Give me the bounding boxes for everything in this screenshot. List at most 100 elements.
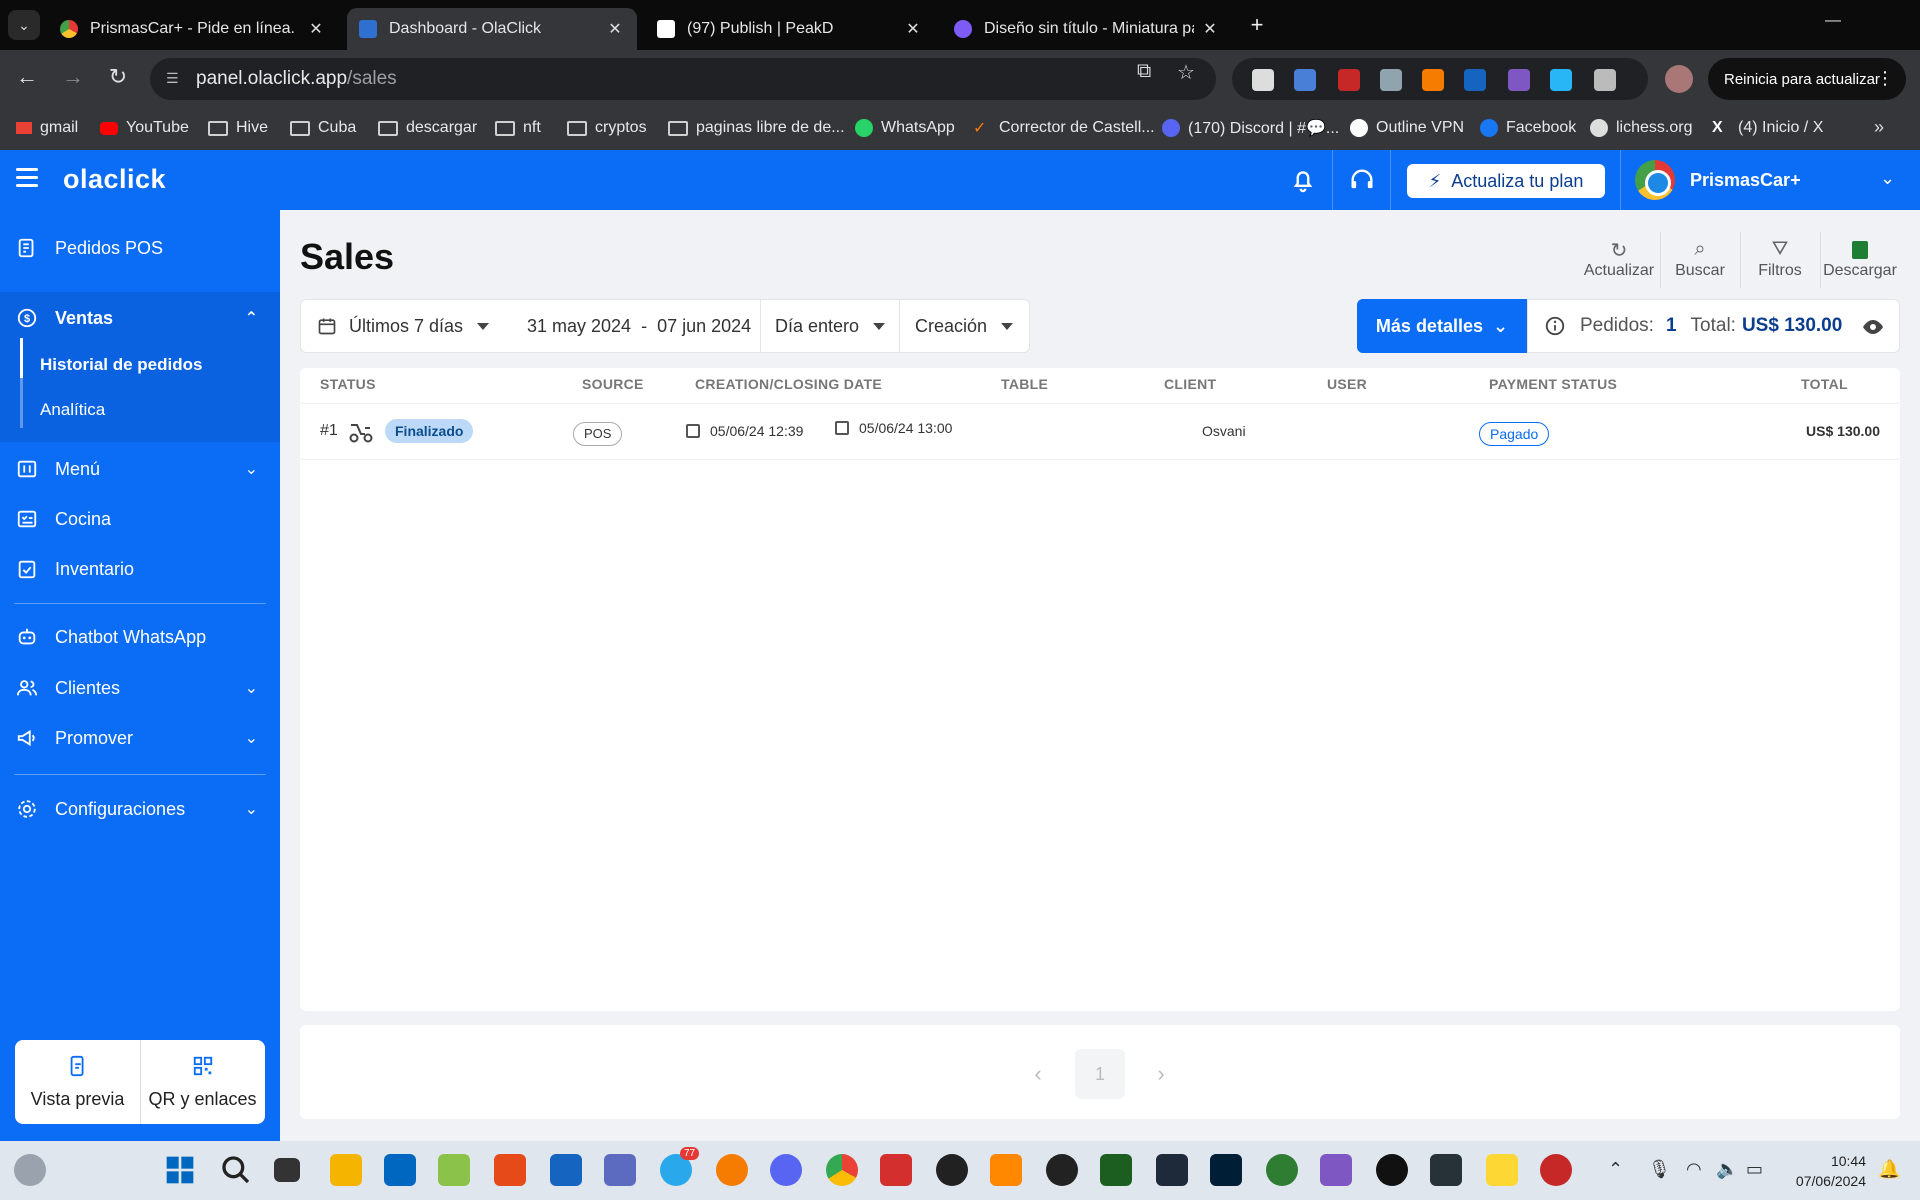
app-icon[interactable] [438, 1154, 470, 1186]
bookmark-star-icon[interactable]: ☆ [1177, 60, 1195, 85]
bookmark-youtube[interactable]: YouTube [100, 116, 189, 140]
column-header[interactable]: CLIENT [1164, 376, 1216, 392]
diamond-extension-icon[interactable] [1550, 69, 1572, 91]
column-header[interactable]: TOTAL [1801, 376, 1848, 392]
discord-icon[interactable] [770, 1154, 802, 1186]
player-icon[interactable] [1486, 1154, 1518, 1186]
sidebar-item-chatbot[interactable]: Chatbot WhatsApp [0, 615, 280, 659]
app-icon[interactable] [494, 1154, 526, 1186]
tab-dashboard-olaclick[interactable]: Dashboard - OlaClick ✕ [347, 8, 637, 50]
extension-icon[interactable] [1380, 69, 1402, 91]
close-tab-icon[interactable]: ✕ [306, 19, 326, 39]
bookmark-lichess[interactable]: lichess.org [1590, 116, 1692, 140]
back-arrow-icon[interactable]: ← [12, 64, 42, 90]
app-icon[interactable] [1046, 1154, 1078, 1186]
sidebar-item-pedidos-pos[interactable]: Pedidos POS [0, 226, 280, 270]
extension-icon[interactable] [1508, 69, 1530, 91]
filters-button[interactable]: ⛛ Filtros [1741, 238, 1819, 288]
weather-icon[interactable] [14, 1154, 46, 1186]
store-icon[interactable] [384, 1154, 416, 1186]
key-extension-icon[interactable] [1338, 69, 1360, 91]
time-range-select[interactable]: Día entero [775, 300, 886, 352]
wifi-icon[interactable]: ◠ [1686, 1159, 1702, 1180]
sidebar-item-promover[interactable]: Promover ⌄ [0, 716, 280, 760]
chrome-icon[interactable] [826, 1154, 858, 1186]
column-header[interactable]: TABLE [1001, 376, 1048, 392]
volume-icon[interactable]: 🔈 [1716, 1159, 1738, 1180]
translate-extension-icon[interactable] [1294, 69, 1316, 91]
windows-start-icon[interactable] [164, 1154, 196, 1186]
extension-icon[interactable] [1252, 69, 1274, 91]
upgrade-plan-button[interactable]: ⚡ Actualiza tu plan [1407, 164, 1605, 198]
bookmark-corrector[interactable]: ✓ Corrector de Castell... [973, 116, 1155, 140]
globe-icon[interactable] [1266, 1154, 1298, 1186]
app-icon[interactable] [604, 1154, 636, 1186]
store-avatar[interactable] [1635, 160, 1675, 200]
more-details-button[interactable]: Más detalles ⌄ [1357, 299, 1527, 353]
table-row[interactable]: #1 Finalizado POS 05/06/24 12:39 05/06/2… [300, 404, 1900, 460]
bookmark-facebook[interactable]: Facebook [1480, 116, 1576, 140]
more-bookmarks-icon[interactable]: » [1874, 117, 1884, 138]
app-icon[interactable] [1320, 1154, 1352, 1186]
notifications-icon[interactable]: 🔔 [1878, 1159, 1900, 1180]
url-input[interactable]: ☰ panel.olaclick.app/sales [150, 58, 1216, 100]
microphone-icon[interactable]: 🎙 [1648, 1159, 1671, 1180]
sidebar-item-analitica[interactable]: Analítica [40, 400, 105, 420]
bookmark-gmail[interactable]: gmail [16, 116, 78, 140]
sidebar-item-inventario[interactable]: Inventario [0, 547, 280, 591]
site-settings-icon[interactable]: ☰ [166, 70, 184, 88]
bookmark-cuba[interactable]: Cuba [290, 116, 356, 140]
qr-enlaces-button[interactable]: QR y enlaces [140, 1040, 265, 1124]
system-clock[interactable]: 10:44 07/06/2024 [1782, 1151, 1866, 1191]
file-explorer-icon[interactable] [330, 1154, 362, 1186]
bell-icon[interactable] [1289, 166, 1317, 194]
column-header[interactable]: CREATION/CLOSING DATE [695, 376, 882, 392]
chevron-up-icon[interactable]: ⌃ [1608, 1159, 1623, 1180]
sidebar-item-cocina[interactable]: Cocina [0, 497, 280, 541]
column-header[interactable]: SOURCE [582, 376, 644, 392]
minimize-icon[interactable]: — [1813, 12, 1853, 30]
menu-icon[interactable] [16, 168, 38, 192]
bookmark-paginas[interactable]: paginas libre de de... [668, 116, 845, 140]
profile-avatar[interactable] [1665, 65, 1693, 93]
date-type-select[interactable]: Creación [915, 300, 1014, 352]
metamask-extension-icon[interactable] [1422, 69, 1444, 91]
bookmark-hive[interactable]: Hive [208, 116, 268, 140]
reload-icon[interactable]: ↻ [103, 64, 133, 90]
tab-search-button[interactable]: ⌄ [8, 10, 40, 40]
app-icon[interactable] [1430, 1154, 1462, 1186]
column-header[interactable]: STATUS [320, 376, 376, 392]
sidebar-item-historial[interactable]: Historial de pedidos [40, 355, 202, 375]
search-icon[interactable] [220, 1154, 252, 1186]
chevron-down-icon[interactable]: ⌄ [1880, 168, 1895, 189]
vlc-icon[interactable] [990, 1154, 1022, 1186]
date-range-input[interactable]: 31 may 2024 - 07 jun 2024 [527, 300, 751, 352]
bookmark-discord[interactable]: (170) Discord | #💬... [1162, 116, 1339, 140]
bookmark-outline-vpn[interactable]: Outline VPN [1350, 116, 1464, 140]
app-icon[interactable] [1100, 1154, 1132, 1186]
photoshop-icon[interactable] [1210, 1154, 1242, 1186]
new-tab-icon[interactable]: + [1244, 12, 1270, 38]
bookmark-x[interactable]: X (4) Inicio / X [1712, 116, 1823, 140]
app-icon[interactable] [1376, 1154, 1408, 1186]
tab-peakd[interactable]: (97) Publish | PeakD ✕ [645, 8, 935, 50]
install-app-icon[interactable]: ⧉ [1137, 60, 1151, 83]
vista-previa-button[interactable]: Vista previa [15, 1040, 140, 1124]
app-icon[interactable] [1540, 1154, 1572, 1186]
eye-icon[interactable] [1861, 315, 1885, 339]
search-app-icon[interactable] [716, 1154, 748, 1186]
page-number[interactable]: 1 [1075, 1049, 1125, 1099]
bookmark-nft[interactable]: nft [495, 116, 541, 140]
close-tab-icon[interactable]: ✕ [903, 19, 923, 39]
support-headset-icon[interactable] [1348, 166, 1376, 194]
close-tab-icon[interactable]: ✕ [605, 19, 625, 39]
update-chrome-button[interactable]: Reinicia para actualizar ⋮ [1708, 58, 1906, 100]
battery-icon[interactable]: ▭ [1746, 1159, 1763, 1180]
task-view-icon[interactable] [274, 1158, 300, 1182]
download-button[interactable]: Descargar [1821, 238, 1899, 288]
sidebar-item-ventas[interactable]: $ Ventas ⌃ [0, 296, 280, 340]
tab-canva[interactable]: Diseño sin título - Miniatura pa ✕ [942, 8, 1232, 50]
column-header[interactable]: PAYMENT STATUS [1489, 376, 1617, 392]
date-range-select[interactable]: Últimos 7 días [317, 300, 490, 352]
close-tab-icon[interactable]: ✕ [1200, 19, 1220, 39]
